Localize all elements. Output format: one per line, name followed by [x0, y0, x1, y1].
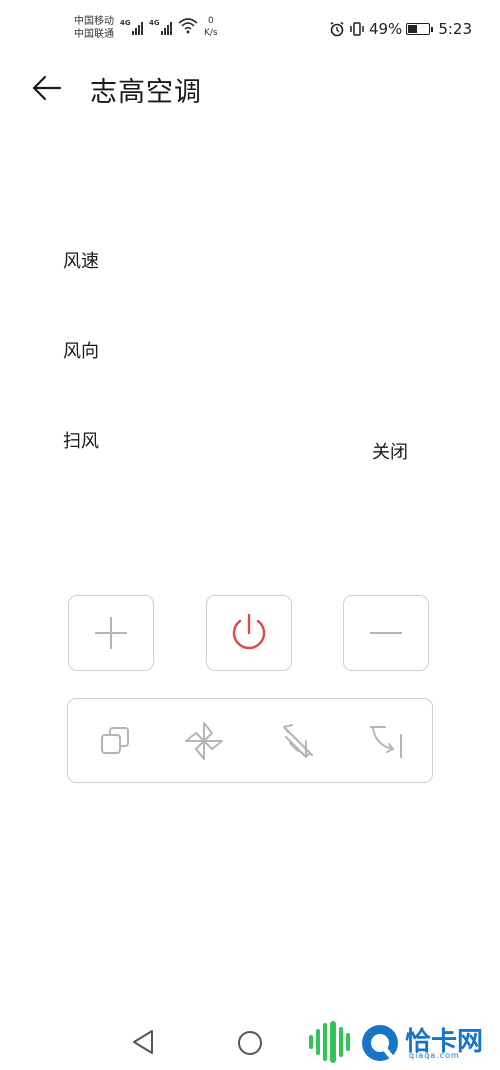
decrease-button[interactable] — [343, 595, 429, 671]
swing-label: 扫风 — [63, 431, 99, 452]
triangle-back-icon — [133, 1030, 153, 1054]
wind-direction-label: 风向 — [63, 341, 99, 362]
mode-squares-icon — [101, 727, 129, 754]
app-screen: 中国移动 中国联通 4G 4G 0 K/s 49% 5:23 志高空调 风速 风… — [0, 0, 500, 1070]
arrow-left-icon — [32, 75, 62, 101]
carrier-info: 中国移动 中国联通 — [74, 15, 114, 41]
swing-icon — [370, 726, 402, 758]
power-button[interactable] — [206, 595, 292, 671]
back-button[interactable] — [30, 74, 64, 102]
increase-button[interactable] — [68, 595, 154, 671]
wifi-icon — [178, 18, 198, 34]
vibrate-icon — [350, 22, 364, 36]
power-icon — [232, 613, 266, 650]
page-title: 志高空调 — [90, 77, 202, 108]
status-right: 49% 5:23 — [325, 20, 472, 38]
alarm-icon — [330, 21, 344, 37]
battery-percent: 49% — [368, 20, 403, 38]
watermark: 恰卡网 qiaqa.com — [305, 1017, 500, 1067]
swing-button[interactable] — [362, 717, 412, 765]
wind-direction-button[interactable] — [273, 717, 323, 765]
clock: 5:23 — [438, 20, 472, 38]
battery-icon — [406, 23, 434, 35]
carrier-1: 中国移动 — [74, 16, 114, 27]
mode-button[interactable] — [90, 717, 140, 765]
swing-direction-icon — [283, 724, 313, 759]
network-speed: 0 K/s — [204, 16, 218, 38]
fan-icon — [185, 722, 223, 760]
circle-home-icon — [238, 1031, 262, 1055]
mode-panel — [67, 698, 433, 783]
app-header: 志高空调 — [0, 62, 500, 114]
minus-icon — [370, 632, 402, 634]
signal-2-icon: 4G — [149, 19, 173, 35]
carrier-2: 中国联通 — [74, 29, 114, 40]
signal-1-icon: 4G — [120, 19, 144, 35]
fan-speed-label: 风速 — [63, 251, 99, 272]
watermark-logo-icon — [309, 1021, 398, 1063]
nav-back-button[interactable] — [130, 1028, 156, 1060]
fan-speed-button[interactable] — [179, 717, 229, 765]
plus-icon — [95, 617, 127, 649]
nav-home-button[interactable] — [236, 1029, 264, 1061]
watermark-domain: qiaqa.com — [409, 1051, 460, 1060]
swing-value: 关闭 — [372, 442, 408, 463]
status-bar: 中国移动 中国联通 4G 4G 0 K/s 49% 5:23 — [0, 0, 500, 50]
